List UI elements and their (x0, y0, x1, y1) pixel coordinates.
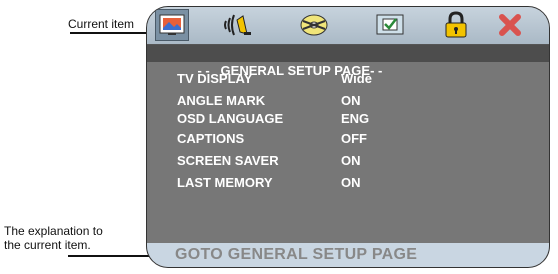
menu-row-value: Wide (341, 71, 372, 86)
menu-row-angle-mark[interactable]: ANGLE MARK ON (177, 93, 361, 108)
menu-row-last-memory[interactable]: LAST MEMORY ON (177, 175, 361, 190)
menu-row-value: ON (341, 175, 361, 190)
audio-setup-icon[interactable] (221, 9, 255, 41)
menu-row-value: ENG (341, 111, 370, 126)
preference-icon[interactable] (373, 9, 407, 41)
general-setup-icon[interactable] (155, 9, 189, 41)
menu-row-label: TV DISPLAY (177, 71, 253, 86)
exit-icon[interactable] (493, 9, 527, 41)
status-text: GOTO GENERAL SETUP PAGE (175, 246, 418, 263)
menu-row-label: ANGLE MARK (177, 93, 266, 108)
explanation-callout-line1: The explanation to (4, 224, 103, 238)
menu-row-value: ON (341, 93, 361, 108)
status-bar: GOTO GENERAL SETUP PAGE (147, 243, 549, 267)
menu-header: - - GENERAL SETUP PAGE- - (147, 45, 549, 78)
setup-icon-bar (147, 7, 549, 45)
menu-row-captions[interactable]: CAPTIONS OFF (177, 131, 367, 146)
menu-row-label: OSD LANGUAGE (177, 111, 284, 126)
setup-menu-panel: - - GENERAL SETUP PAGE- - TV DISPLAY Wid… (146, 6, 550, 268)
menu-row-label: SCREEN SAVER (177, 153, 279, 168)
menu-row-tv-display[interactable]: TV DISPLAY Wide (177, 71, 372, 86)
menu-row-value: ON (341, 153, 361, 168)
video-setup-icon[interactable] (297, 9, 331, 41)
menu-row-osd-language[interactable]: OSD LANGUAGE ENG (177, 111, 369, 126)
menu-row-label: CAPTIONS (177, 131, 245, 146)
explanation-callout: The explanation to the current item. (4, 224, 103, 252)
lock-icon[interactable] (439, 9, 473, 41)
menu-row-label: LAST MEMORY (177, 175, 273, 190)
menu-row-screen-saver[interactable]: SCREEN SAVER ON (177, 153, 361, 168)
menu-row-value: OFF (341, 131, 367, 146)
